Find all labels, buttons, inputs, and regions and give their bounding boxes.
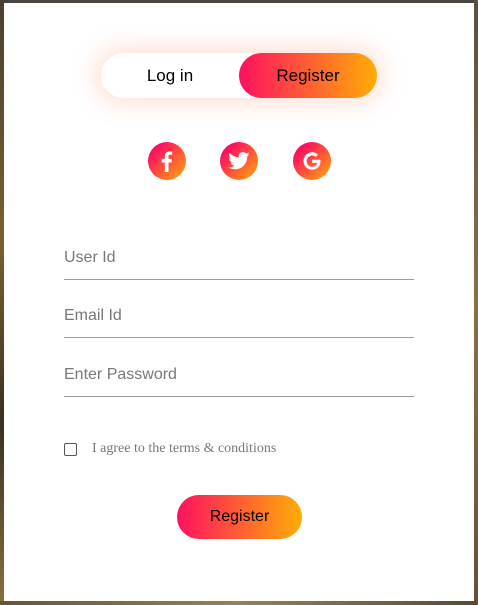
user-id-field[interactable] [64, 236, 414, 280]
background-bottom [0, 601, 478, 605]
twitter-button[interactable] [220, 142, 258, 180]
google-icon [303, 152, 321, 170]
terms-row: I agree to the terms & conditions [64, 439, 276, 459]
facebook-icon [161, 151, 173, 172]
google-button[interactable] [293, 142, 331, 180]
register-submit-button[interactable]: Register [177, 495, 302, 539]
facebook-button[interactable] [148, 142, 186, 180]
terms-label: I agree to the terms & conditions [92, 441, 277, 456]
login-register-toggle: Log in Register [101, 53, 377, 98]
register-tab[interactable]: Register [239, 53, 377, 98]
password-field[interactable] [64, 353, 414, 397]
twitter-icon [228, 152, 250, 170]
email-id-field[interactable] [64, 294, 414, 338]
background-right [474, 0, 478, 605]
login-tab[interactable]: Log in [101, 53, 239, 98]
terms-checkbox[interactable] [64, 442, 77, 456]
register-card: Log in Register I agree to the terms & c… [4, 3, 474, 601]
social-login-row [4, 142, 474, 180]
